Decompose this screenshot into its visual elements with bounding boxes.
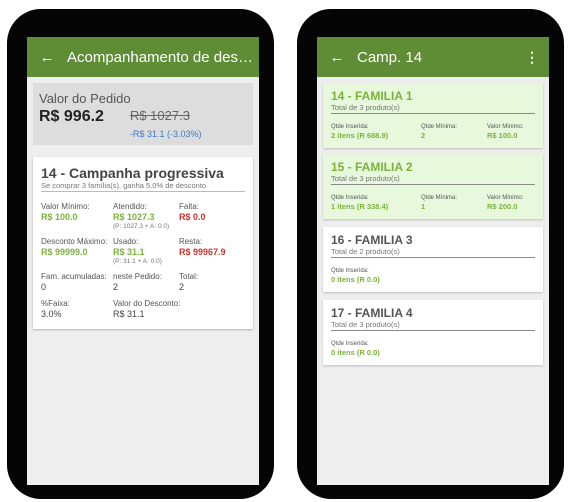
max-discount-label: Desconto Máximo: bbox=[41, 237, 108, 246]
qty-inserted-value: 0 itens (R 0.0) bbox=[331, 348, 380, 357]
missing-label: Falta: bbox=[179, 202, 200, 211]
tier-percent-label: %Faixa: bbox=[41, 299, 70, 308]
family-title: 14 - FAMILIA 1 bbox=[331, 89, 413, 103]
family-card[interactable]: 15 - FAMILIA 2 Total de 3 produto(s) Qtd… bbox=[323, 154, 543, 219]
qty-min-value: 2 bbox=[421, 131, 426, 140]
original-price: R$ 1027.3 bbox=[129, 108, 190, 123]
total-label: Total: bbox=[179, 272, 199, 281]
attained-label: Atendido: bbox=[113, 202, 147, 211]
used-value: R$ 31.1 bbox=[113, 247, 145, 257]
remaining-label: Resta: bbox=[179, 237, 203, 246]
family-subtitle: Total de 3 produto(s) bbox=[331, 320, 535, 331]
qty-inserted-value: 0 itens (R 0.0) bbox=[331, 275, 380, 284]
attained-note: (P: 1027.3 + A: 0.0) bbox=[113, 223, 170, 230]
missing-value: R$ 0.0 bbox=[179, 212, 206, 222]
family-card[interactable]: 17 - FAMILIA 4 Total de 3 produto(s) Qtd… bbox=[323, 300, 543, 365]
qty-inserted-value: 2 itens (R 688.9) bbox=[331, 131, 389, 140]
accumulated-families-value: 0 bbox=[41, 282, 47, 292]
used-note: (P: 31.1 + A: 0.0) bbox=[113, 258, 162, 265]
total-value: 2 bbox=[179, 282, 185, 292]
phone-right: ← Camp. 14 ⋮ 14 - FAMILIA 1 Total de 3 p… bbox=[297, 9, 564, 499]
family-subtitle: Total de 3 produto(s) bbox=[331, 174, 535, 185]
qty-inserted-label: Qtde Inserida: bbox=[331, 195, 369, 201]
qty-inserted-label: Qtde Inserida: bbox=[331, 268, 369, 274]
screen-campaign-families: ← Camp. 14 ⋮ 14 - FAMILIA 1 Total de 3 p… bbox=[317, 37, 549, 485]
min-value-label: Valor Mínimo: bbox=[41, 202, 90, 211]
min-value: R$ 200.0 bbox=[487, 202, 518, 211]
family-subtitle: Total de 3 produto(s) bbox=[331, 103, 535, 114]
campaign-row-families: Fam. acumuladas: 0 neste Pedido: 2 Total… bbox=[41, 272, 245, 292]
family-title: 17 - FAMILIA 4 bbox=[331, 306, 413, 320]
campaign-row-values: Valor Mínimo: R$ 100.0 Atendido: R$ 1027… bbox=[41, 202, 245, 230]
min-value: R$ 100.0 bbox=[41, 212, 78, 222]
order-value-card: Valor do Pedido R$ 996.2 R$ 1027.3 -R$ 3… bbox=[33, 83, 253, 145]
family-card[interactable]: 16 - FAMILIA 3 Total de 2 produto(s) Qtd… bbox=[323, 227, 543, 292]
campaign-card: 14 - Campanha progressiva Se comprar 3 f… bbox=[33, 157, 253, 329]
remaining-value: R$ 99967.9 bbox=[179, 247, 226, 257]
discount-amount: -R$ 31.1 (-3.03%) bbox=[129, 129, 202, 139]
this-order-value: 2 bbox=[113, 282, 119, 292]
screen-discount-tracking: ← Acompanhamento de descontos Valor do P… bbox=[27, 37, 259, 485]
qty-min-label: Qtde Mínima: bbox=[421, 195, 458, 201]
order-value-label: Valor do Pedido bbox=[39, 91, 131, 106]
family-card[interactable]: 14 - FAMILIA 1 Total de 3 produto(s) Qtd… bbox=[323, 83, 543, 148]
campaign-title: 14 - Campanha progressiva bbox=[41, 165, 224, 181]
campaign-subtitle: Se comprar 3 família(s), ganha 5.0% de d… bbox=[41, 181, 245, 192]
page-title: Camp. 14 bbox=[357, 48, 423, 66]
qty-inserted-label: Qtde Inserida: bbox=[331, 341, 369, 347]
family-subtitle: Total de 2 produto(s) bbox=[331, 247, 535, 258]
min-value-label: Valor Mínimo: bbox=[487, 195, 524, 201]
qty-min-value: 1 bbox=[421, 202, 426, 211]
tier-percent-value: 3.0% bbox=[41, 309, 62, 319]
max-discount-value: R$ 99999.0 bbox=[41, 247, 88, 257]
min-value: R$ 100.0 bbox=[487, 131, 518, 140]
family-title: 16 - FAMILIA 3 bbox=[331, 233, 413, 247]
qty-min-label: Qtde Mínima: bbox=[421, 124, 458, 130]
attained-value: R$ 1027.3 bbox=[113, 212, 155, 222]
phone-left: ← Acompanhamento de descontos Valor do P… bbox=[7, 9, 274, 499]
app-bar: ← Acompanhamento de descontos bbox=[27, 37, 259, 77]
this-order-label: neste Pedido: bbox=[113, 272, 162, 281]
campaign-row-discount: Desconto Máximo: R$ 99999.0 Usado: R$ 31… bbox=[41, 237, 245, 265]
family-title: 15 - FAMILIA 2 bbox=[331, 160, 413, 174]
qty-inserted-label: Qtde Inserida: bbox=[331, 124, 369, 130]
discount-value-label: Valor do Desconto: bbox=[113, 299, 181, 308]
used-label: Usado: bbox=[113, 237, 139, 246]
more-vert-icon[interactable]: ⋮ bbox=[525, 49, 539, 66]
page-title: Acompanhamento de descontos bbox=[67, 48, 259, 66]
accumulated-families-label: Fam. acumuladas: bbox=[41, 272, 107, 281]
campaign-row-tier: %Faixa: 3.0% Valor do Desconto: R$ 31.1 bbox=[41, 299, 245, 319]
app-bar: ← Camp. 14 ⋮ bbox=[317, 37, 549, 77]
qty-inserted-value: 1 itens (R 338.4) bbox=[331, 202, 389, 211]
back-arrow-icon[interactable]: ← bbox=[325, 49, 349, 66]
back-arrow-icon[interactable]: ← bbox=[35, 49, 59, 66]
min-value-label: Valor Mínimo: bbox=[487, 124, 524, 130]
discount-value: R$ 31.1 bbox=[113, 309, 145, 319]
order-price: R$ 996.2 bbox=[39, 108, 104, 125]
